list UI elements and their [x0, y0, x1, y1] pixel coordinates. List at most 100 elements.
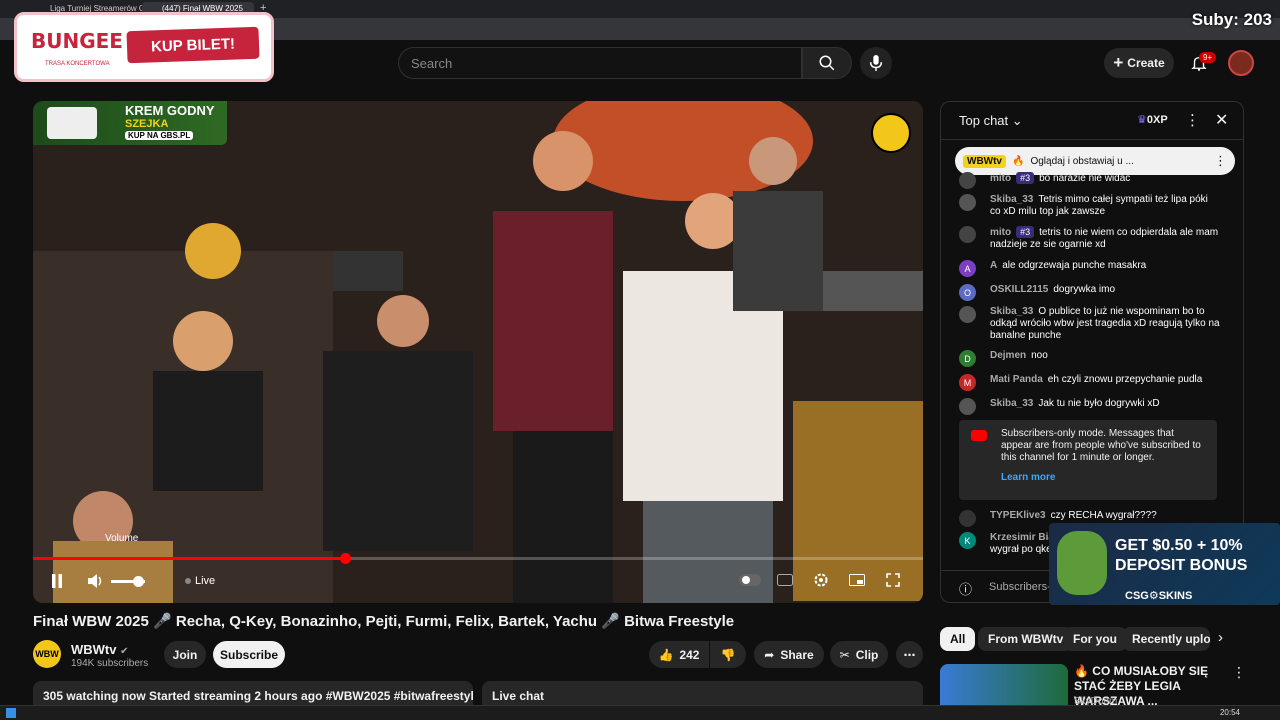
fullscreen-button[interactable] — [883, 571, 903, 589]
dislike-button[interactable]: 👎 — [710, 641, 746, 668]
more-vertical-icon[interactable]: ⋮ — [1214, 153, 1227, 169]
windows-start-icon[interactable] — [6, 708, 16, 718]
channel-name[interactable]: WBWtv ✔ — [71, 642, 129, 657]
pause-icon — [52, 574, 62, 588]
chip-all[interactable]: All — [940, 627, 976, 651]
buy-ticket-label: KUP BILET! — [126, 26, 260, 64]
bungee-banner: BUNGEE TRASA KONCERTOWA KUP BILET! — [14, 12, 274, 82]
pinned-message[interactable]: WBWtv 🔥 Oglądaj i obstawiaj u ... ⋮ — [955, 147, 1235, 175]
progress-fill — [33, 557, 345, 560]
share-button[interactable]: ➦ Share — [754, 641, 824, 668]
chevron-down-icon: ⌄ — [1011, 113, 1023, 128]
progress-bar[interactable] — [33, 553, 923, 564]
chat-avatar: O — [959, 284, 976, 301]
subtitles-icon — [777, 574, 793, 586]
csgo-skins-ad: GET $0.50 + 10% DEPOSIT BONUS CSG⚙SKINS — [1049, 523, 1280, 605]
video-frame — [33, 101, 923, 603]
chat-menu-button[interactable]: ⋮ — [1185, 111, 1200, 129]
channel-avatar[interactable]: WBW — [33, 640, 61, 668]
search-input[interactable]: Search — [398, 47, 802, 79]
sub-counter: Suby: 203 — [1191, 10, 1272, 29]
create-button[interactable]: + Create — [1104, 48, 1174, 78]
chips-next-button[interactable]: › — [1218, 629, 1223, 646]
search-button[interactable] — [802, 47, 852, 79]
subtitles-button[interactable] — [775, 571, 795, 589]
live-indicator[interactable]: Live — [185, 574, 219, 588]
gbs-ad-cta: KUP NA GBS.PL — [125, 131, 194, 140]
thumbs-up-icon: 👍 — [658, 647, 674, 662]
join-button[interactable]: Join — [164, 641, 206, 668]
thumbs-down-icon: 👎 — [720, 647, 736, 662]
member-badge: #3 — [1016, 172, 1035, 184]
chat-mode-dropdown[interactable]: Top chat ⌄ — [959, 113, 1023, 129]
chat-input-placeholder: Subscribers- — [989, 581, 1051, 593]
youtube-icon — [971, 430, 987, 441]
chip-recently-uploaded[interactable]: Recently uploa — [1122, 627, 1210, 651]
learn-more-link[interactable]: Learn more — [1001, 472, 1207, 484]
pinned-author: WBWtv — [963, 154, 1006, 168]
csgo-ad-brand: CSG⚙SKINS — [1125, 590, 1193, 602]
chat-message[interactable]: O OSKILL2115 dogrywka imo — [959, 284, 1221, 301]
more-horizontal-icon: ⋯ — [903, 647, 916, 662]
chat-avatar — [959, 306, 976, 323]
recommendation-menu-button[interactable]: ⋮ — [1232, 664, 1246, 681]
xp-badge[interactable]: ♛0XP — [1137, 113, 1168, 126]
account-avatar[interactable] — [1228, 50, 1254, 76]
chat-message[interactable]: Skiba_33 Tetris mimo całej sympatii też l… — [959, 194, 1221, 218]
gbs-product-image — [47, 107, 97, 139]
more-vertical-icon: ⋮ — [1232, 664, 1246, 680]
csgo-ad-line2: DEPOSIT BONUS — [1115, 557, 1248, 574]
member-badge: #3 — [1016, 226, 1035, 238]
chat-header: Top chat ⌄ ♛0XP ⋮ ✕ — [941, 102, 1243, 140]
video-title: Finał WBW 2025 🎤 Recha, Q-Key, Bonazinho… — [33, 613, 735, 630]
chat-message[interactable]: mito #3 bo narazie nie widac — [959, 172, 1221, 189]
gbs-ad-line1: KREM GODNY — [125, 103, 215, 118]
chat-avatar — [959, 226, 976, 243]
close-chat-button[interactable]: ✕ — [1215, 110, 1228, 130]
pause-button[interactable] — [45, 571, 69, 591]
progress-scrubber[interactable] — [339, 553, 351, 564]
chip-for-you[interactable]: For you — [1063, 627, 1127, 651]
plus-icon: + — [1113, 53, 1124, 72]
chat-message[interactable]: D Dejmen noo — [959, 350, 1221, 367]
mascot-image — [1057, 531, 1107, 595]
clip-button[interactable]: ✂ Clip — [830, 641, 888, 668]
volume-icon — [88, 574, 102, 588]
volume-slider[interactable] — [111, 576, 145, 587]
gear-icon — [814, 573, 828, 587]
chat-avatar: D — [959, 350, 976, 367]
notice-text: Subscribers-only mode. Messages that app… — [1001, 428, 1201, 463]
crown-icon: ♛ — [1137, 114, 1147, 126]
verified-icon: ✔ — [120, 646, 129, 657]
wbw-watermark-logo — [871, 113, 911, 153]
chat-message[interactable]: TYPEKlive3 czy RECHA wygrał???? — [959, 510, 1221, 527]
chat-message[interactable]: A Aale odgrzewaja punche masakra — [959, 260, 1221, 277]
info-icon[interactable]: ⓘ — [959, 579, 972, 598]
chat-avatar — [959, 510, 976, 527]
voice-search-button[interactable] — [860, 47, 892, 79]
pinned-text: Oglądaj i obstawiaj u ... — [1030, 155, 1134, 167]
volume-slider-handle[interactable] — [133, 576, 144, 587]
chat-avatar — [959, 172, 976, 189]
chip-from-channel[interactable]: From WBWtv — [978, 627, 1074, 651]
os-taskbar: 20:54 — [0, 705, 1280, 720]
mute-button[interactable] — [85, 571, 107, 591]
more-vertical-icon: ⋮ — [1185, 112, 1200, 129]
chat-message[interactable]: Skiba_33 Jak tu nie było dogrywki xD — [959, 398, 1221, 415]
chat-message[interactable]: M Mati Panda eh czyli znowu przepychanie … — [959, 374, 1221, 391]
chevron-right-icon: › — [1218, 629, 1223, 646]
more-actions-button[interactable]: ⋯ — [896, 641, 923, 668]
bungee-logo: BUNGEE — [31, 29, 123, 53]
chat-message[interactable]: Skiba_33 O publice to już nie wspominam b… — [959, 306, 1221, 342]
miniplayer-button[interactable] — [847, 571, 867, 589]
fire-icon: 🔥 — [1012, 155, 1025, 167]
subscribers-only-notice: Subscribers-only mode. Messages that app… — [959, 420, 1217, 500]
chat-message[interactable]: mito #3 tetris to nie wiem co odpierdala a… — [959, 226, 1221, 251]
like-button[interactable]: 👍 242 — [649, 641, 709, 668]
video-player[interactable]: KREM GODNY SZEJKA KUP NA GBS.PL Volume L… — [33, 101, 923, 603]
chat-avatar: M — [959, 374, 976, 391]
settings-button[interactable] — [811, 570, 831, 590]
autoplay-toggle[interactable] — [739, 574, 761, 586]
subscribe-button[interactable]: Subscribe — [213, 641, 285, 668]
live-dot-icon — [185, 578, 191, 584]
